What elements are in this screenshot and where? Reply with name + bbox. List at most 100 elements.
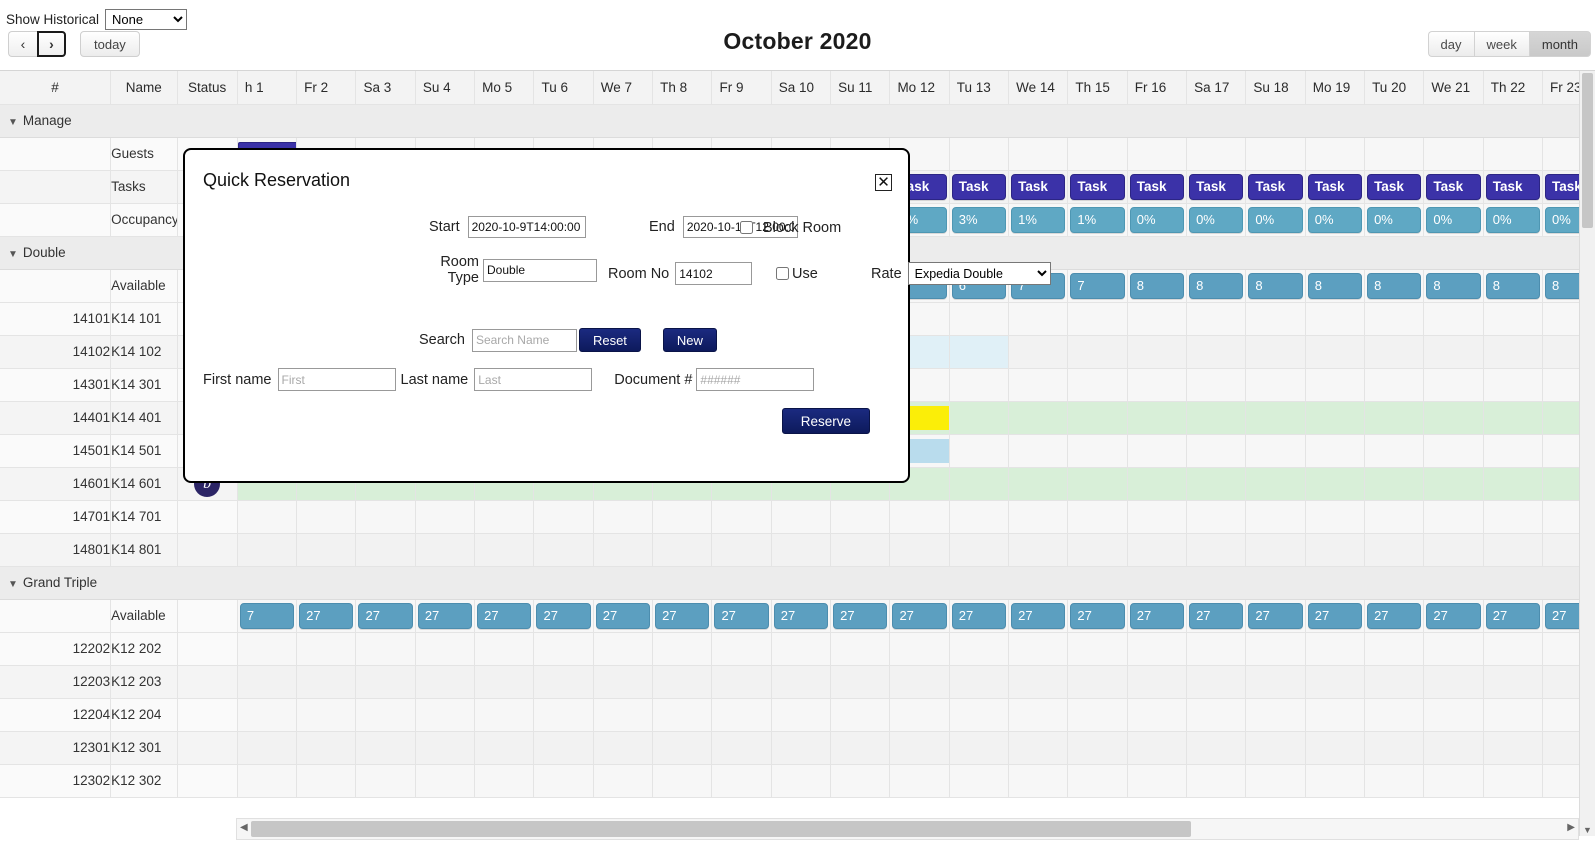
available-pill[interactable]: 27 [951, 602, 1007, 629]
available-pill[interactable]: 27 [1367, 602, 1422, 629]
cell-day[interactable] [1186, 335, 1247, 369]
available-pill[interactable]: 27 [417, 602, 473, 629]
cell-day[interactable] [1423, 533, 1484, 567]
new-button[interactable]: New [662, 328, 717, 352]
cell-day[interactable] [1067, 467, 1128, 501]
cell-day[interactable] [1067, 665, 1128, 699]
cell-day[interactable] [652, 764, 713, 798]
cell-day[interactable]: 1% [1008, 203, 1069, 237]
cell-day[interactable] [1305, 434, 1366, 468]
cell-day[interactable]: 0% [1423, 203, 1484, 237]
cell-day[interactable]: Task [1305, 170, 1366, 204]
cell-day[interactable] [237, 500, 298, 534]
cell-day[interactable]: 7 [1067, 269, 1128, 303]
cell-day[interactable]: 8 [1364, 269, 1425, 303]
column-header-day[interactable]: Sa 10 [771, 71, 832, 105]
cell-day[interactable] [889, 665, 950, 699]
cell-day[interactable] [1127, 302, 1188, 336]
cell-day[interactable] [1423, 467, 1484, 501]
task-pill[interactable]: Task [1426, 173, 1481, 200]
cell-day[interactable] [1423, 401, 1484, 435]
column-header-day[interactable]: Sa 17 [1186, 71, 1247, 105]
column-header-day[interactable]: Su 11 [830, 71, 891, 105]
cell-day[interactable] [1008, 302, 1069, 336]
cell-day[interactable] [1305, 335, 1366, 369]
vertical-scrollbar-thumb[interactable] [1582, 73, 1593, 228]
cell-day[interactable] [949, 467, 1010, 501]
cell-day[interactable]: Task [1364, 170, 1425, 204]
column-header-day[interactable]: Tu 20 [1364, 71, 1425, 105]
cell-day[interactable] [1245, 632, 1306, 666]
cell-day[interactable]: 8 [1542, 269, 1579, 303]
cell-day[interactable] [1067, 335, 1128, 369]
cell-day[interactable] [949, 434, 1010, 468]
available-pill[interactable]: 27 [833, 602, 888, 629]
cell-day[interactable] [296, 665, 357, 699]
cell-day[interactable] [1186, 401, 1247, 435]
cell-day[interactable] [1008, 401, 1069, 435]
cell-day[interactable]: 0% [1364, 203, 1425, 237]
cell-day[interactable] [771, 632, 832, 666]
cell-day[interactable] [415, 632, 476, 666]
cell-day[interactable] [355, 500, 416, 534]
cell-day[interactable] [1364, 764, 1425, 798]
cell-day[interactable] [1245, 302, 1306, 336]
task-pill[interactable]: Task [1189, 173, 1244, 200]
cell-day[interactable] [771, 698, 832, 732]
cell-day[interactable] [1067, 533, 1128, 567]
view-week-button[interactable]: week [1473, 31, 1529, 57]
cell-day[interactable] [415, 665, 476, 699]
view-day-button[interactable]: day [1427, 31, 1474, 57]
cell-day[interactable] [415, 533, 476, 567]
available-pill[interactable]: 27 [714, 602, 769, 629]
cell-day[interactable] [771, 500, 832, 534]
cell-day[interactable] [771, 533, 832, 567]
cell-day[interactable] [1483, 401, 1544, 435]
available-pill[interactable]: 27 [1248, 602, 1303, 629]
cell-day[interactable] [1423, 698, 1484, 732]
cell-day[interactable] [711, 698, 772, 732]
column-header-day[interactable]: Tu 6 [533, 71, 594, 105]
cell-day[interactable] [1186, 533, 1247, 567]
cell-day[interactable] [1186, 731, 1247, 765]
cell-day[interactable] [1067, 632, 1128, 666]
available-pill[interactable]: 27 [299, 602, 354, 629]
cell-day[interactable]: 27 [1186, 599, 1247, 633]
cell-day[interactable] [1067, 368, 1128, 402]
cell-day[interactable] [889, 632, 950, 666]
rate-select[interactable]: Expedia Double [907, 262, 1051, 285]
cell-day[interactable] [1186, 302, 1247, 336]
cell-day[interactable] [1305, 401, 1366, 435]
cell-day[interactable] [474, 533, 535, 567]
cell-day[interactable] [296, 533, 357, 567]
cell-day[interactable] [830, 533, 891, 567]
cell-day[interactable] [1423, 137, 1484, 171]
cell-day[interactable] [711, 764, 772, 798]
cell-day[interactable] [830, 632, 891, 666]
cell-day[interactable] [711, 533, 772, 567]
cell-day[interactable] [1245, 401, 1306, 435]
available-pill[interactable]: 8 [1307, 272, 1363, 299]
cell-day[interactable] [1186, 500, 1247, 534]
cell-day[interactable] [237, 698, 298, 732]
cell-day[interactable]: 27 [355, 599, 416, 633]
cell-day[interactable]: 1% [1067, 203, 1128, 237]
cell-day[interactable]: Task [1067, 170, 1128, 204]
cell-day[interactable] [1245, 467, 1306, 501]
cell-day[interactable] [1483, 137, 1544, 171]
cell-day[interactable] [1127, 764, 1188, 798]
cell-day[interactable] [949, 368, 1010, 402]
cell-day[interactable] [474, 632, 535, 666]
cell-day[interactable] [1305, 137, 1366, 171]
room-type-input[interactable] [483, 258, 597, 282]
cell-day[interactable] [1305, 302, 1366, 336]
horizontal-scrollbar[interactable]: ◀ ▶ [236, 818, 1579, 840]
start-input[interactable] [467, 216, 586, 238]
cell-day[interactable] [1245, 698, 1306, 732]
cell-day[interactable] [237, 665, 298, 699]
task-pill[interactable]: Task [1485, 173, 1541, 200]
cell-day[interactable] [1067, 500, 1128, 534]
cell-day[interactable] [949, 698, 1010, 732]
cell-day[interactable] [1245, 368, 1306, 402]
cell-day[interactable] [1186, 698, 1247, 732]
